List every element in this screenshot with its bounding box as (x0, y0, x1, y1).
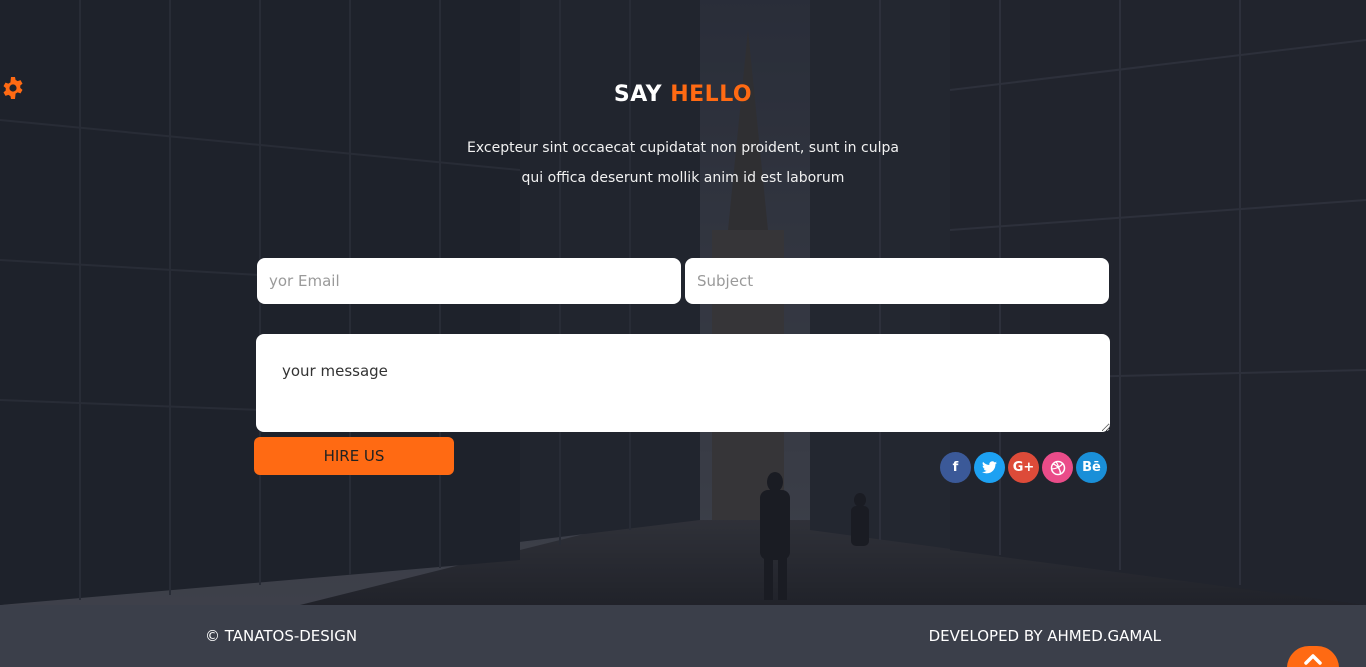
message-field[interactable] (256, 334, 1110, 432)
behance-icon[interactable]: Bē (1076, 452, 1107, 483)
facebook-icon[interactable]: f (940, 452, 971, 483)
title-accent: HELLO (670, 82, 753, 107)
email-field[interactable] (257, 258, 681, 304)
title-main: SAY (613, 82, 663, 107)
subject-field[interactable] (685, 258, 1109, 304)
contact-page: SAY HELLO Excepteur sint occaecat cupida… (0, 0, 1366, 667)
dribbble-icon[interactable] (1042, 452, 1073, 483)
copyright-text: © TANATOS-DESIGN (205, 627, 358, 645)
chevron-up-icon (1304, 654, 1322, 665)
google-plus-icon[interactable]: G+ (1008, 452, 1039, 483)
twitter-icon[interactable] (974, 452, 1005, 483)
intro-text-line-1: Excepteur sint occaecat cupidatat non pr… (467, 140, 899, 156)
hire-us-button[interactable]: HIRE US (254, 437, 454, 475)
section-title: SAY HELLO (0, 82, 1366, 107)
footer: © TANATOS-DESIGN DEVELOPED BY AHMED.GAMA… (0, 605, 1366, 667)
developer-credit: DEVELOPED BY AHMED.GAMAL (928, 627, 1161, 645)
social-links: f G+ Bē (940, 452, 1107, 483)
intro-text-line-2: qui offica deserunt mollik anim id est l… (521, 170, 845, 186)
